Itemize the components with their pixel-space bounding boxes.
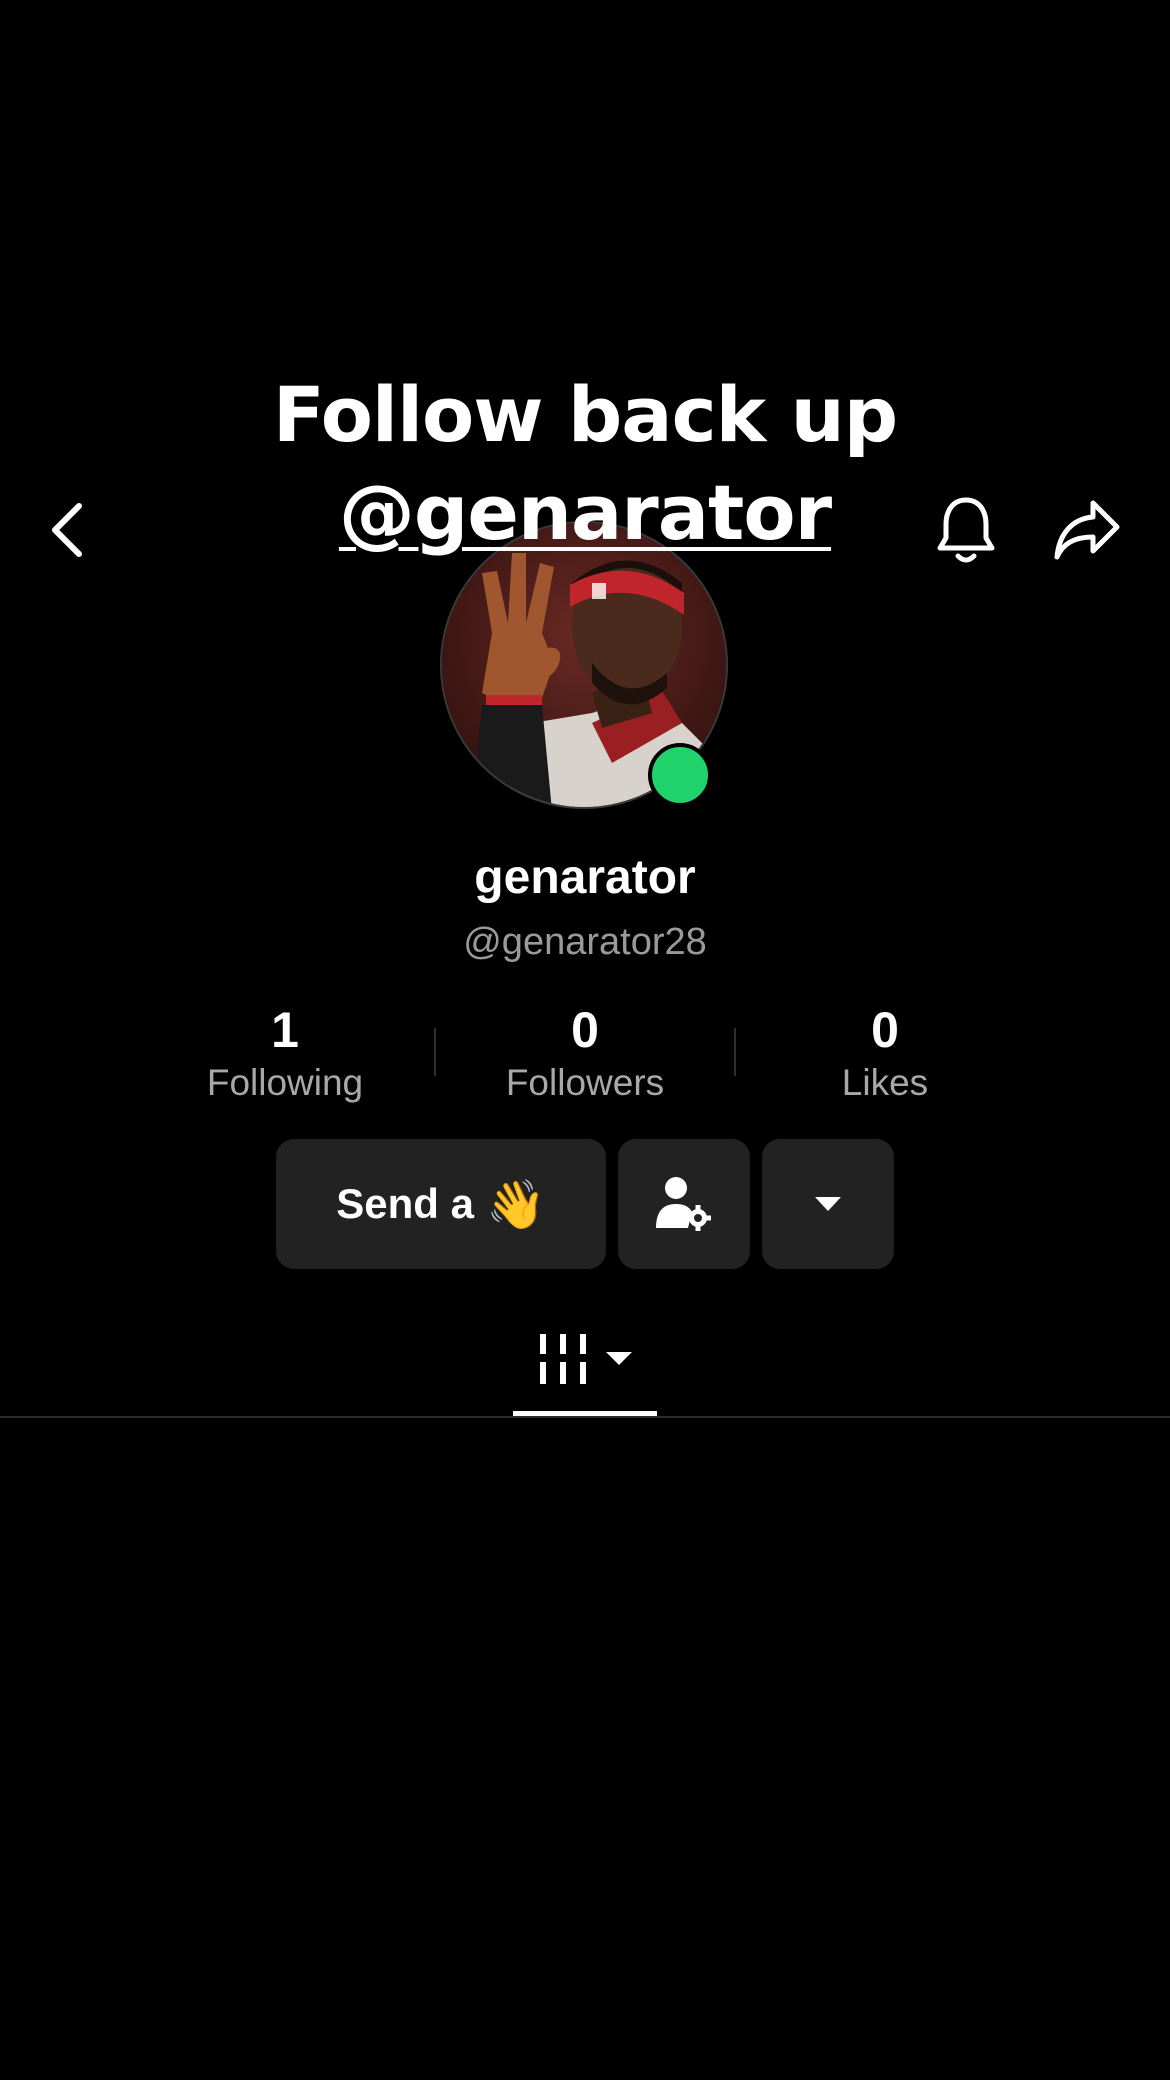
- stat-followers[interactable]: 0 Followers: [435, 1000, 735, 1106]
- more-options-button[interactable]: [762, 1139, 894, 1269]
- likes-count: 0: [871, 1002, 899, 1058]
- person-settings-button[interactable]: [618, 1139, 750, 1269]
- followers-label: Followers: [505, 1062, 665, 1103]
- display-name: genarator: [474, 851, 696, 904]
- overlay-caption: Follow back up @genarator: [0, 366, 1170, 562]
- grid-columns-icon: [540, 1334, 586, 1384]
- stat-following[interactable]: 1 Following: [135, 1000, 435, 1106]
- profile-stats: 1 Following 0 Followers 0 Likes: [135, 1000, 1035, 1110]
- following-count: 1: [271, 1002, 299, 1058]
- person-gear-icon: [656, 1177, 711, 1231]
- online-status-dot: [648, 743, 712, 807]
- username: @genarator28: [463, 921, 707, 963]
- content-tabbar: [0, 1300, 1170, 1418]
- followers-count: 0: [571, 1002, 599, 1058]
- stat-likes[interactable]: 0 Likes: [735, 1000, 1035, 1106]
- send-wave-label: Send a: [336, 1180, 474, 1227]
- wave-emoji: 👋: [485, 1178, 546, 1232]
- tab-videos[interactable]: [513, 1300, 657, 1418]
- caret-down-icon: [815, 1197, 841, 1211]
- caption-line-2: @genarator: [0, 464, 1170, 562]
- following-label: Following: [206, 1062, 364, 1103]
- tab-divider: [0, 1416, 1170, 1418]
- profile-actions: Send a 👋: [0, 1139, 1170, 1269]
- caption-mention: @genarator: [338, 468, 832, 557]
- likes-label: Likes: [841, 1062, 929, 1103]
- send-wave-button[interactable]: Send a 👋: [276, 1139, 606, 1269]
- caret-down-icon: [606, 1352, 632, 1365]
- caption-line-1: Follow back up: [272, 370, 898, 459]
